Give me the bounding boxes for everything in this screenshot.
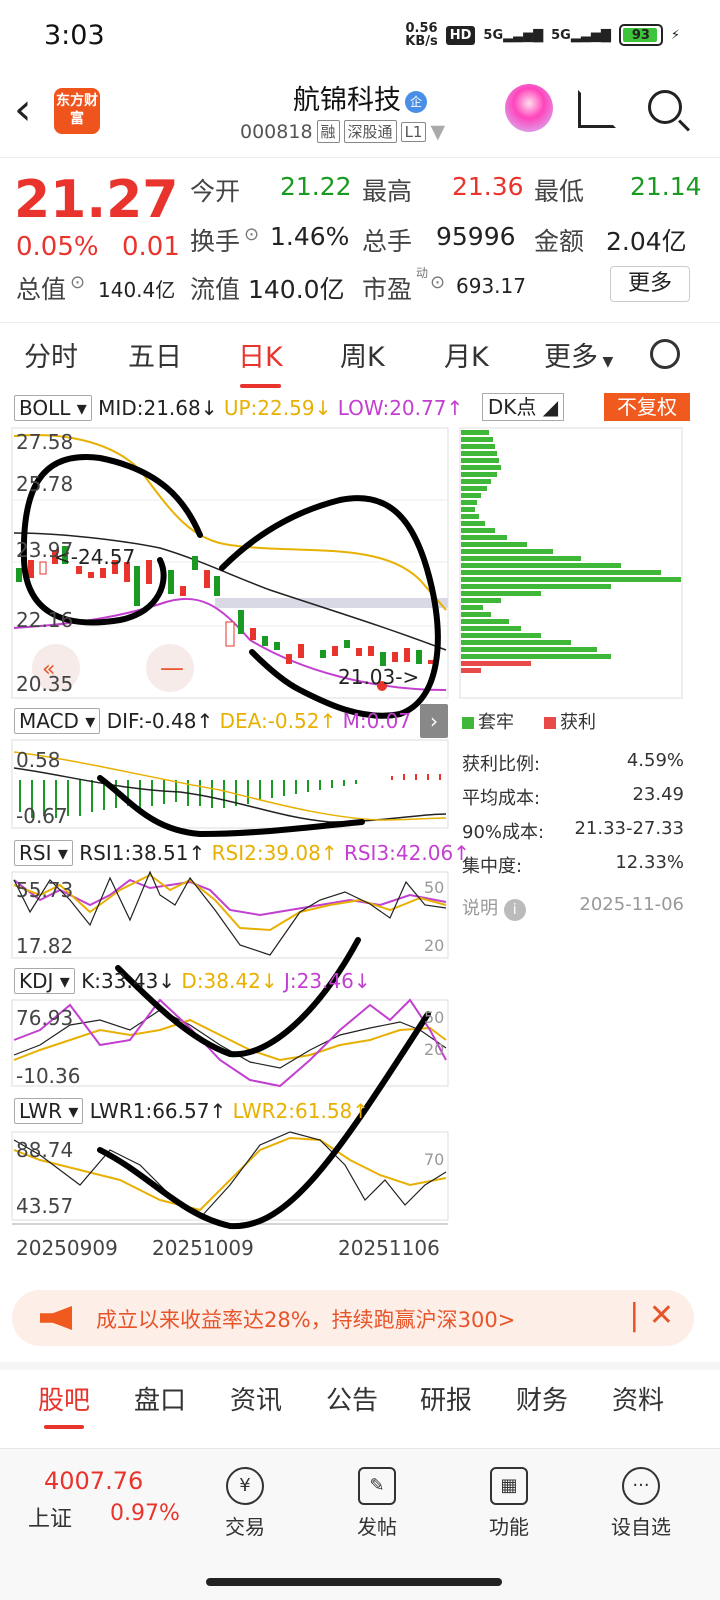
chip-stat-row: 集中度: 12.33%: [462, 852, 684, 877]
home-indicator[interactable]: [206, 1578, 502, 1586]
lwr-selector[interactable]: LWR ▾: [14, 1098, 84, 1124]
rsi-frame: [11, 871, 449, 959]
tab-announcements[interactable]: 公告: [326, 1380, 378, 1417]
collapse-arrow-icon[interactable]: ›: [420, 704, 448, 738]
lwr1-value: LWR1:66.57: [89, 1099, 210, 1123]
kdj-selector[interactable]: KDJ ▾: [14, 968, 75, 994]
kdj-header: KDJ ▾ K:33.43↓ D:38.42↓ J:23.46↓: [14, 968, 371, 994]
boll-y-label: 20.35: [16, 672, 74, 696]
date-label: 20251106: [338, 1236, 440, 1260]
functions-button[interactable]: ▦ 功能: [464, 1467, 554, 1540]
grid-icon: ▦: [490, 1467, 528, 1505]
tab-orderbook[interactable]: 盘口: [134, 1380, 186, 1417]
lwr-header: LWR ▾ LWR1:66.57↑ LWR2:61.58↑: [14, 1098, 369, 1124]
low-price-label: 21.03->: [338, 665, 419, 689]
rsi-ref-label: 20: [424, 936, 445, 955]
kdj-k-value: K:33.43: [81, 969, 159, 993]
close-icon[interactable]: | ✕: [629, 1298, 674, 1333]
chip-note[interactable]: 说明 i 2025-11-06: [462, 894, 684, 921]
more-dots-icon: ···: [622, 1467, 660, 1505]
tab-profile[interactable]: 资料: [612, 1380, 664, 1417]
macd-y-label: -0.67: [16, 804, 68, 828]
index-value[interactable]: 4007.76: [44, 1467, 143, 1495]
lwr-y-label: 88.74: [16, 1138, 74, 1162]
rsi3-value: RSI3:42.06: [343, 841, 454, 865]
rsi-header: RSI ▾ RSI1:38.51↑ RSI2:39.08↑ RSI3:42.06…: [14, 840, 470, 866]
macd-dif: DIF:-0.48: [106, 709, 197, 733]
kdj-y-label: 76.93: [16, 1006, 74, 1030]
kdj-d-value: D:38.42: [181, 969, 261, 993]
date-label: 20251009: [152, 1236, 254, 1260]
tab-finance[interactable]: 财务: [516, 1380, 568, 1417]
rsi1-value: RSI1:38.51: [79, 841, 189, 865]
chip-stat-row: 平均成本: 23.49: [462, 784, 684, 809]
index-change[interactable]: 0.97%: [110, 1501, 180, 1526]
kdj-ref-label: 50: [424, 1008, 445, 1027]
yuan-icon: ¥: [226, 1467, 264, 1505]
date-label: 20250909: [16, 1236, 118, 1260]
rsi-y-label: 17.82: [16, 934, 74, 958]
tab-research[interactable]: 研报: [420, 1380, 472, 1417]
chip-cost-band: [215, 598, 448, 608]
tab-news[interactable]: 资讯: [230, 1380, 282, 1417]
legend-trapped: 套牢: [462, 708, 514, 734]
boll-y-label: 27.58: [16, 430, 74, 454]
macd-dea: DEA:-0.52: [219, 709, 320, 733]
boll-y-label: 22.16: [16, 608, 74, 632]
boll-y-label: 23.97: [16, 538, 74, 562]
rsi-selector[interactable]: RSI ▾: [14, 840, 73, 866]
chip-stat-row: 90%成本: 21.33-27.33: [462, 818, 684, 843]
kdj-ref-label: 20: [424, 1040, 445, 1059]
chip-stat-row: 获利比例: 4.59%: [462, 750, 684, 775]
tab-forum[interactable]: 股吧: [38, 1380, 90, 1429]
kdj-y-label: -10.36: [16, 1064, 81, 1088]
rsi2-value: RSI2:39.08: [211, 841, 321, 865]
edit-icon: ✎: [358, 1467, 396, 1505]
lwr2-value: LWR2:61.58: [232, 1099, 353, 1123]
macd-m: M:0.07: [342, 709, 412, 733]
post-button[interactable]: ✎ 发帖: [332, 1467, 422, 1540]
add-watchlist-button[interactable]: ··· 设自选: [596, 1467, 686, 1540]
index-name[interactable]: 上证: [28, 1501, 72, 1533]
promo-text[interactable]: 成立以来收益率达28%，持续跑赢沪深300>: [96, 1304, 515, 1334]
content-tabs: 股吧 盘口 资讯 公告 研报 财务 资料: [0, 1362, 720, 1429]
boll-y-label: 25.78: [16, 472, 74, 496]
rsi-ref-label: 50: [424, 878, 445, 897]
svg-text:—: —: [160, 654, 184, 682]
legend-profit: 获利: [544, 708, 596, 734]
lwr-y-label: 43.57: [16, 1194, 74, 1218]
kline-charts[interactable]: « — › ⤡: [0, 0, 720, 1290]
promo-banner[interactable]: 成立以来收益率达28%，持续跑赢沪深300> | ✕: [12, 1290, 694, 1346]
macd-header: MACD ▾ DIF:-0.48↑ DEA:-0.52↑ M:0.07: [14, 708, 411, 734]
info-icon[interactable]: i: [503, 899, 526, 921]
macd-frame: [11, 739, 449, 829]
trade-button[interactable]: ¥ 交易: [200, 1467, 290, 1540]
rsi-y-label: 55.73: [16, 878, 74, 902]
lwr-ref-label: 70: [424, 1150, 445, 1169]
macd-y-label: 0.58: [16, 748, 61, 772]
kdj-j-value: J:23.46: [283, 969, 354, 993]
macd-selector[interactable]: MACD ▾: [14, 708, 101, 734]
speaker-icon: [40, 1306, 72, 1330]
